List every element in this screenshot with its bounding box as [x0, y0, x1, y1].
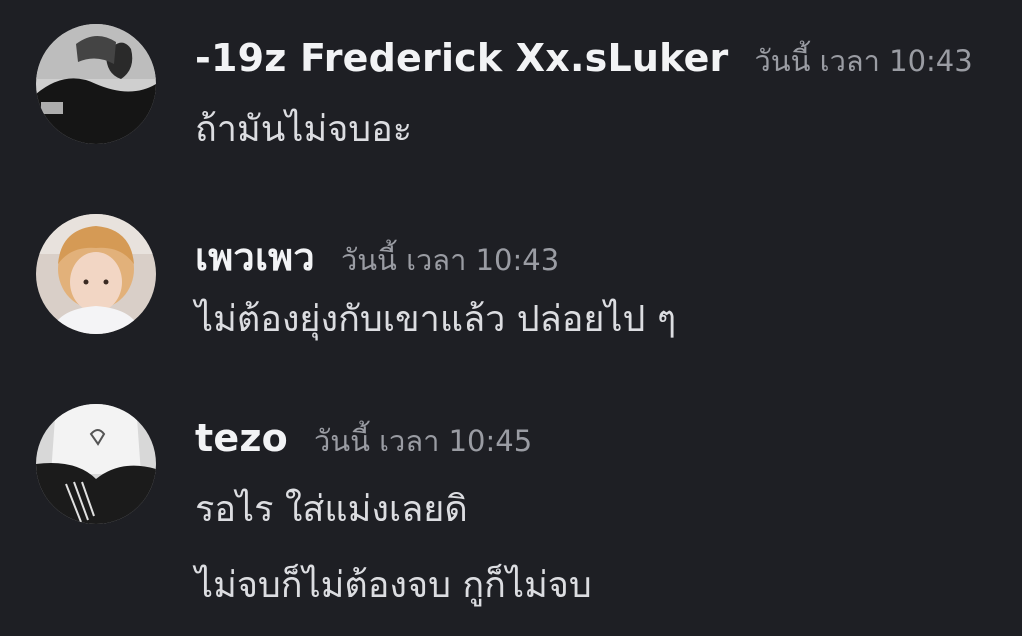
avatar-photo-icon [36, 24, 156, 144]
user-avatar[interactable] [36, 24, 156, 144]
message-text: ถ้ามันไม่จบอะ [195, 109, 413, 150]
message-timestamp: วันนี้ เวลา 10:45 [313, 424, 533, 458]
username[interactable]: tezo [195, 416, 288, 460]
username[interactable]: เพวเพว [195, 226, 315, 287]
user-avatar[interactable] [36, 404, 156, 524]
avatar-photo-icon [36, 214, 156, 334]
username[interactable]: -19z Frederick Xx.sLuker [195, 36, 729, 80]
message-text: รอไร ใส่แม่งเลยดิ [195, 489, 468, 530]
message-text: ไม่จบก็ไม่ต้องจบ กูก็ไม่จบ [195, 565, 592, 606]
message-timestamp: วันนี้ เวลา 10:43 [754, 44, 973, 78]
message-timestamp: วันนี้ เวลา 10:43 [340, 243, 560, 277]
user-avatar[interactable] [36, 214, 156, 334]
avatar-photo-icon [36, 404, 156, 524]
message-text: ไม่ต้องยุ่งกับเขาแล้ว ปล่อยไป ๆ [195, 299, 677, 340]
